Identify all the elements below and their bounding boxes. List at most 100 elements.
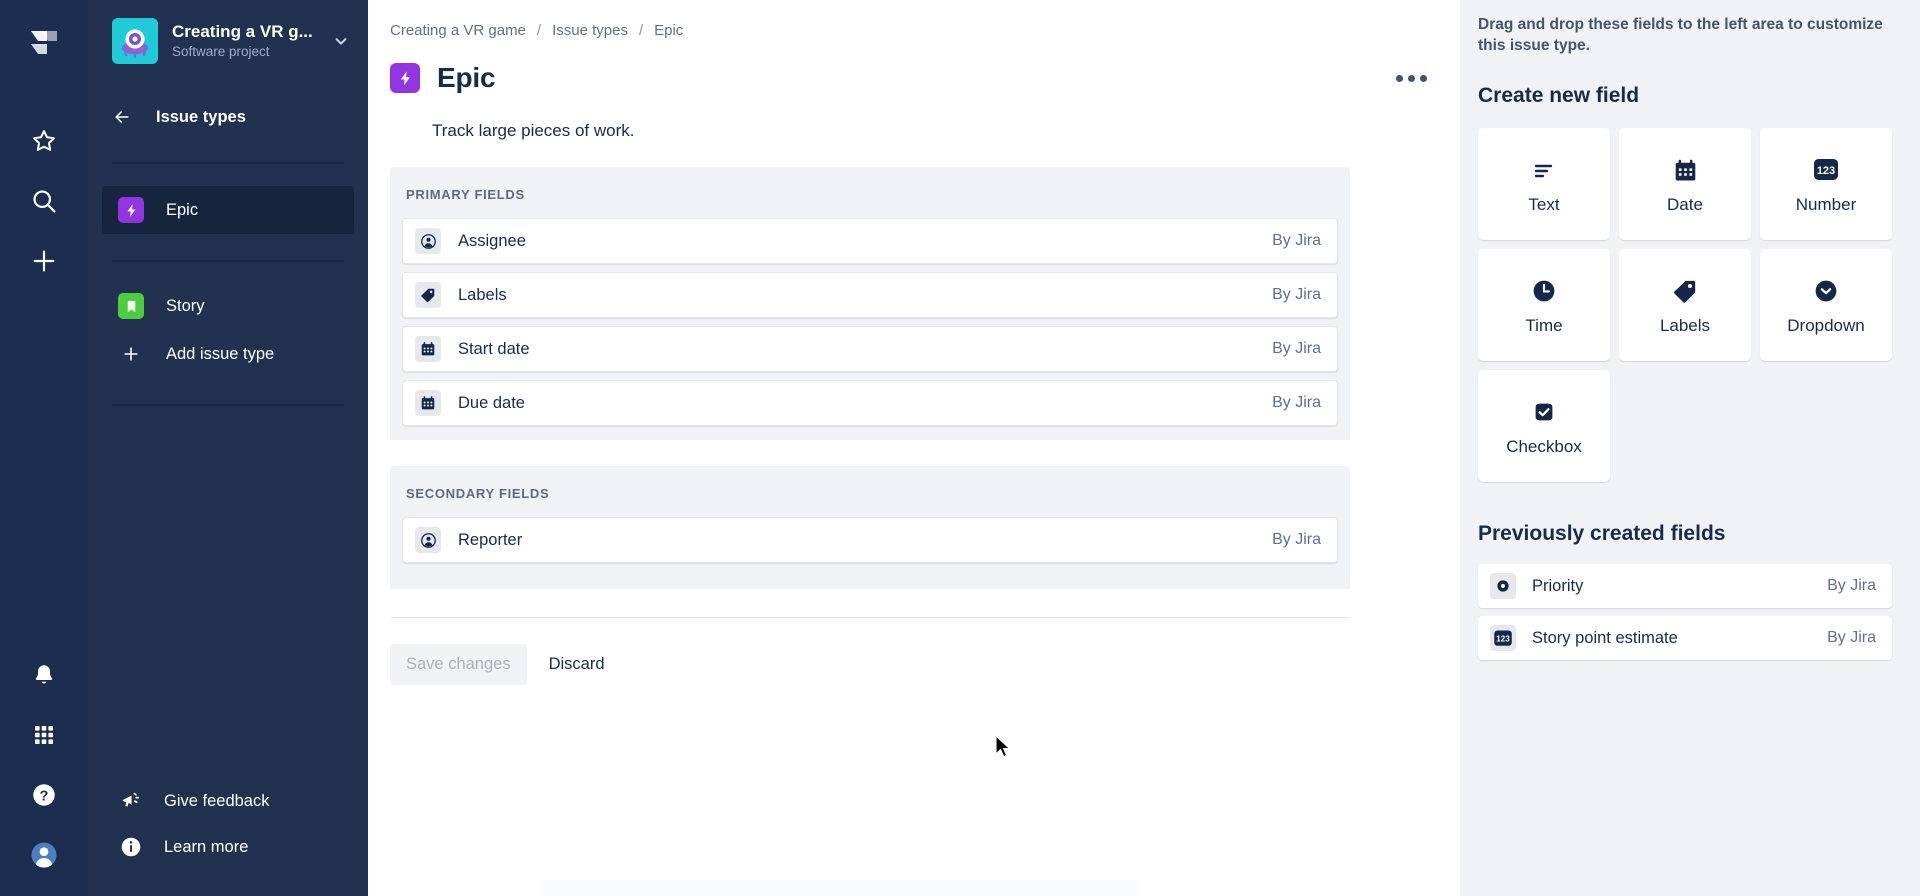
project-meta: Creating a VR g... Software project [172, 22, 314, 61]
breadcrumb: Creating a VR game / Issue types / Epic [390, 22, 1432, 39]
field-type-tile-checkbox[interactable]: Checkbox [1478, 370, 1610, 482]
checkbox-checked-icon [1532, 395, 1556, 429]
more-dot [1419, 74, 1427, 82]
field-provider: By Jira [1272, 394, 1321, 411]
more-dot [1395, 74, 1403, 82]
plus-icon [118, 341, 144, 367]
number-123-icon: 123 [1811, 153, 1841, 187]
person-avatar-icon [415, 228, 441, 254]
sidebar-item-label: Story [166, 296, 205, 315]
issue-type-list: Epic [88, 186, 368, 234]
clock-icon [1531, 274, 1557, 308]
previously-created-fields-heading: Previously created fields [1478, 522, 1726, 545]
app-switcher-grid-icon[interactable] [19, 710, 69, 760]
breadcrumb-separator: / [536, 22, 542, 39]
mouse-cursor [995, 735, 1012, 758]
learn-more-button[interactable]: Learn more [102, 824, 354, 870]
field-row[interactable]: Start date By Jira [402, 326, 1338, 372]
page-title: Epic [437, 62, 496, 93]
priority-dot-icon [1490, 573, 1516, 599]
field-row[interactable]: Assignee By Jira [402, 218, 1338, 264]
global-nav-rail: ? [0, 0, 88, 896]
field-type-tile-date[interactable]: Date [1619, 128, 1751, 240]
field-provider: By Jira [1272, 340, 1321, 357]
breadcrumb-item-project[interactable]: Creating a VR game [390, 22, 526, 39]
text-lines-icon [1532, 153, 1556, 187]
field-type-tile-time[interactable]: Time [1478, 249, 1610, 361]
chevron-down-circle-icon [1813, 274, 1839, 308]
story-bookmark-icon [118, 293, 144, 319]
field-name: Start date [458, 339, 530, 358]
calendar-icon [415, 390, 441, 416]
tile-label: Date [1667, 195, 1703, 214]
svg-text:123: 123 [1496, 634, 1510, 643]
chevron-down-icon[interactable] [328, 28, 354, 54]
secondary-fields-heading: SECONDARY FIELDS [390, 466, 1350, 517]
other-issue-types: Story Add issue type [88, 282, 368, 378]
star-icon[interactable] [19, 116, 69, 166]
create-new-field-heading: Create new field [1478, 84, 1640, 107]
add-issue-type-button[interactable]: Add issue type [102, 330, 354, 378]
more-actions-icon[interactable] [1390, 61, 1432, 95]
tile-label: Text [1528, 195, 1560, 214]
previous-field-provider: By Jira [1827, 577, 1876, 594]
field-type-tiles: Text Date 123 Number Time Labels Dropdow… [1478, 128, 1892, 482]
breadcrumb-item-issue-types[interactable]: Issue types [552, 22, 628, 39]
partial-panel-below-fold [540, 880, 1140, 896]
footer-divider [390, 617, 1350, 618]
calendar-icon [415, 336, 441, 362]
megaphone-icon [118, 788, 144, 814]
project-type: Software project [172, 43, 270, 59]
back-to-issue-types[interactable]: Issue types [88, 100, 368, 134]
field-name: Reporter [458, 530, 523, 549]
give-feedback-button[interactable]: Give feedback [102, 778, 354, 824]
search-icon[interactable] [19, 176, 69, 226]
svg-text:?: ? [40, 788, 49, 804]
breadcrumb-item-current: Epic [654, 22, 684, 39]
main-content: Creating a VR game / Issue types / Epic … [368, 0, 1460, 896]
field-type-tile-text[interactable]: Text [1478, 128, 1610, 240]
help-question-icon[interactable]: ? [19, 770, 69, 820]
sidebar-divider-top [112, 162, 344, 164]
rail-bottom-icons: ? [0, 650, 88, 880]
field-type-tile-dropdown[interactable]: Dropdown [1760, 249, 1892, 361]
save-changes-button[interactable]: Save changes [390, 644, 527, 685]
add-issue-type-label: Add issue type [166, 344, 275, 363]
svg-text:123: 123 [1817, 165, 1835, 177]
sidebar-item-story[interactable]: Story [102, 282, 354, 330]
epic-bolt-icon [390, 63, 420, 93]
learn-more-label: Learn more [164, 837, 249, 856]
field-type-tile-number[interactable]: 123 Number [1760, 128, 1892, 240]
label-tag-icon [1672, 274, 1698, 308]
epic-bolt-icon [118, 197, 144, 223]
breadcrumb-separator: / [638, 22, 644, 39]
ufo-avatar-icon [112, 18, 158, 64]
sidebar-item-label: Epic [166, 200, 199, 219]
sidebar-item-epic[interactable]: Epic [102, 186, 354, 234]
field-row[interactable]: Labels By Jira [402, 272, 1338, 318]
person-avatar-icon [415, 527, 441, 553]
previous-field-row[interactable]: Priority By Jira [1478, 564, 1892, 608]
field-provider: By Jira [1272, 286, 1321, 303]
field-row[interactable]: Due date By Jira [402, 380, 1338, 426]
jira-logo-icon[interactable] [21, 22, 67, 74]
notifications-bell-icon[interactable] [19, 650, 69, 700]
field-provider: By Jira [1272, 232, 1321, 249]
primary-fields-panel: PRIMARY FIELDS Assignee By Jira Labels B… [390, 167, 1350, 440]
page-title-row: Epic [390, 61, 1432, 95]
profile-avatar-icon[interactable] [19, 830, 69, 880]
app-root: ? Creating a VR g... Software project Is… [0, 0, 1920, 896]
give-feedback-label: Give feedback [164, 791, 270, 810]
field-type-tile-labels[interactable]: Labels [1619, 249, 1751, 361]
field-name: Due date [458, 393, 525, 412]
plus-icon[interactable] [19, 236, 69, 286]
project-header[interactable]: Creating a VR g... Software project [88, 0, 368, 64]
previously-created-fields-list: Priority By Jira 123 Story point estimat… [1478, 564, 1892, 660]
previous-field-row[interactable]: 123 Story point estimate By Jira [1478, 616, 1892, 660]
previous-field-name: Priority [1532, 576, 1584, 595]
discard-button[interactable]: Discard [535, 644, 619, 685]
secondary-fields-list: Reporter By Jira [390, 517, 1350, 589]
tile-label: Number [1795, 195, 1857, 214]
number-123-icon: 123 [1490, 625, 1516, 651]
field-row[interactable]: Reporter By Jira [402, 517, 1338, 563]
